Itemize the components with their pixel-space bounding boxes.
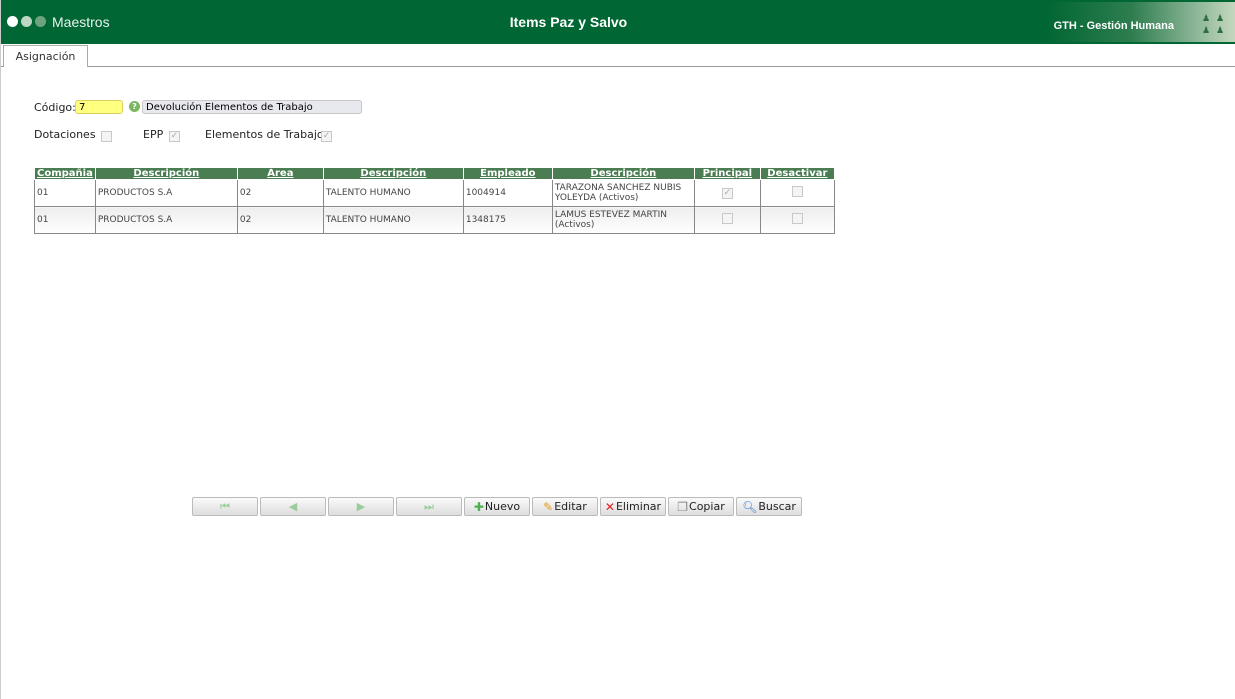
cell-area: 02 — [236, 179, 324, 207]
buscar-label: Buscar — [758, 500, 796, 513]
tab-asignacion[interactable]: Asignación — [3, 45, 88, 67]
buscar-button[interactable]: 🔍︎ Buscar — [736, 497, 802, 516]
plus-icon: ✚ — [473, 499, 484, 514]
cell-desactivar — [759, 206, 835, 234]
editar-button[interactable]: ✎ Editar — [532, 497, 598, 516]
help-icon[interactable]: ? — [129, 101, 140, 112]
pencil-icon: ✎ — [543, 499, 554, 514]
search-icon: 🔍︎ — [742, 499, 758, 514]
col-principal[interactable]: Principal — [693, 167, 761, 180]
nuevo-button[interactable]: ✚ Nuevo — [464, 497, 530, 516]
nuevo-label: Nuevo — [484, 500, 521, 513]
eliminar-label: Eliminar — [615, 500, 662, 513]
cell-empleado: 1004914 — [462, 179, 553, 207]
arrow-right-icon: ▶ — [356, 500, 366, 513]
cell-compania: 01 — [34, 179, 96, 207]
elementos-checkbox[interactable]: ✓ — [321, 131, 332, 142]
dotaciones-checkbox[interactable] — [101, 131, 112, 142]
col-empleado[interactable]: Empleado — [462, 167, 553, 180]
cell-principal — [693, 206, 761, 234]
desactivar-checkbox[interactable] — [791, 186, 803, 197]
table-header: Compañia Descripción Área Descripción Em… — [34, 167, 835, 180]
asignacion-table: Compañia Descripción Área Descripción Em… — [34, 167, 835, 234]
cell-compania: 01 — [34, 206, 96, 234]
dotaciones-label: Dotaciones — [34, 128, 96, 141]
cell-area-descripcion: TALENTO HUMANO — [322, 206, 464, 234]
cell-empleado-descripcion: TARAZONA SANCHEZ NUBIS YOLEYDA (Activos) — [551, 179, 695, 207]
copiar-button[interactable]: ❐ Copiar — [668, 497, 734, 516]
eliminar-button[interactable]: ✕ Eliminar — [600, 497, 666, 516]
principal-checkbox[interactable] — [721, 213, 733, 224]
descripcion-input: Devolución Elementos de Trabajo — [142, 100, 362, 114]
cell-area-descripcion: TALENTO HUMANO — [322, 179, 464, 207]
col-area[interactable]: Área — [236, 167, 324, 180]
delete-icon: ✕ — [604, 499, 615, 514]
col-compania[interactable]: Compañia — [34, 167, 96, 180]
next-button[interactable]: ▶ — [328, 497, 394, 516]
col-desactivar[interactable]: Desactivar — [759, 167, 835, 180]
table-row[interactable]: 01 PRODUCTOS S.A 02 TALENTO HUMANO 10049… — [34, 179, 835, 207]
prev-button[interactable]: ◀ — [260, 497, 326, 516]
cell-descripcion: PRODUCTOS S.A — [94, 179, 238, 207]
epp-label: EPP — [143, 128, 164, 141]
first-icon: ⏮ — [220, 499, 230, 513]
cell-principal: ✓ — [693, 179, 761, 207]
editar-label: Editar — [554, 500, 587, 513]
copy-icon: ❐ — [677, 499, 689, 514]
app-header: Maestros Items Paz y Salvo GTH - Gestión… — [1, 0, 1235, 44]
copiar-label: Copiar — [689, 500, 725, 513]
brand-logo: GTH - Gestión Humana ♟ ♟ ♟ ♟ — [1046, 2, 1235, 42]
cell-empleado: 1348175 — [462, 206, 553, 234]
principal-checkbox[interactable]: ✓ — [721, 187, 733, 199]
people-icon: ♟ ♟ ♟ ♟ — [1202, 14, 1225, 36]
table-row[interactable]: 01 PRODUCTOS S.A 02 TALENTO HUMANO 13481… — [34, 206, 835, 234]
epp-checkbox[interactable]: ✓ — [169, 131, 180, 142]
codigo-input[interactable]: 7 — [75, 100, 123, 114]
first-button[interactable]: ⏮ — [192, 497, 258, 516]
col-empleado-descripcion[interactable]: Descripción — [551, 167, 695, 180]
elementos-label: Elementos de Trabajo — [205, 128, 324, 141]
cell-descripcion: PRODUCTOS S.A — [94, 206, 238, 234]
cell-empleado-descripcion: LAMUS ESTEVEZ MARTIN (Activos) — [551, 206, 695, 234]
tab-divider — [1, 66, 1235, 67]
brand-text: GTH - Gestión Humana — [1053, 20, 1174, 32]
cell-desactivar — [759, 179, 835, 207]
last-button[interactable]: ⏭ — [396, 497, 462, 516]
col-area-descripcion[interactable]: Descripción — [322, 167, 464, 180]
codigo-label: Código: — [34, 101, 76, 114]
arrow-left-icon: ◀ — [288, 500, 298, 513]
last-icon: ⏭ — [424, 499, 434, 513]
col-descripcion[interactable]: Descripción — [94, 167, 238, 180]
page-title: Items Paz y Salvo — [509, 14, 628, 30]
cell-area: 02 — [236, 206, 324, 234]
desactivar-checkbox[interactable] — [791, 213, 803, 224]
